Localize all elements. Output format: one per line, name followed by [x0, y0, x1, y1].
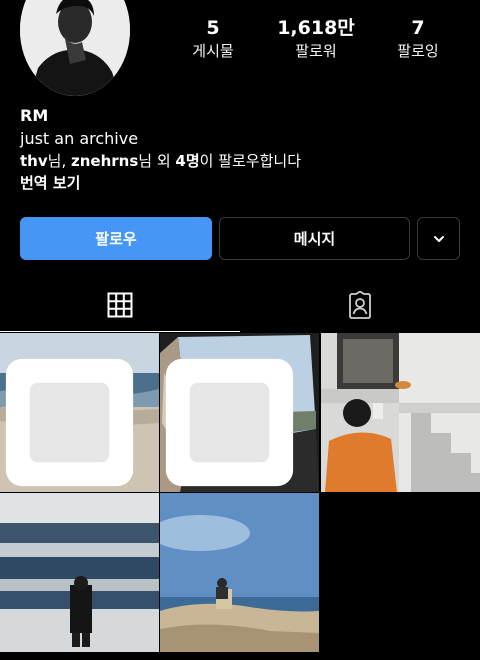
tab-posts-grid[interactable]	[0, 278, 240, 332]
grid-icon	[107, 292, 133, 317]
avatar-photo	[20, 0, 130, 96]
post-thumbnail-5[interactable]	[160, 493, 319, 652]
followed-sep-1: 님,	[47, 152, 71, 170]
posts-label: 게시물	[192, 42, 234, 60]
post-image	[321, 333, 480, 492]
tab-tagged[interactable]	[240, 278, 480, 332]
profile-header: 5 게시물 1,618만 팔로워 7 팔로잉	[0, 0, 480, 100]
post-image	[160, 493, 319, 652]
chevron-down-icon	[433, 235, 444, 242]
tagged-person-icon	[349, 290, 371, 319]
following-stat[interactable]: 7 팔로잉	[368, 16, 468, 62]
followed-tail: 이 팔로우합니다	[199, 152, 302, 170]
message-button[interactable]: 메시지	[219, 217, 410, 260]
followed-count: 4명	[175, 152, 200, 170]
posts-count: 5	[206, 17, 220, 39]
followers-stat[interactable]: 1,618만 팔로워	[266, 16, 366, 62]
avatar[interactable]	[20, 0, 130, 96]
post-thumbnail-1[interactable]	[0, 333, 159, 492]
posts-stat: 5 게시물	[163, 16, 263, 62]
post-thumbnail-4[interactable]	[0, 493, 159, 652]
translate-link[interactable]: 번역 보기	[20, 172, 460, 194]
post-thumbnail-3[interactable]	[321, 333, 480, 492]
profile-bio: RM just an archive thv님, znehrns님 외 4명이 …	[20, 104, 460, 194]
multi-photo-icon	[5, 358, 134, 487]
following-label: 팔로잉	[397, 42, 439, 60]
post-image	[0, 493, 159, 652]
following-count: 7	[411, 17, 425, 39]
message-button-label: 메시지	[293, 230, 336, 248]
followed-sep-2: 님 외	[138, 152, 176, 170]
post-thumbnail-2[interactable]	[160, 333, 319, 492]
more-button[interactable]	[417, 217, 460, 260]
followers-label: 팔로워	[295, 42, 337, 60]
follow-button-label: 팔로우	[95, 230, 137, 248]
follower-user-2[interactable]: znehrns	[71, 152, 138, 170]
profile-tabs	[0, 278, 480, 332]
bio-text: just an archive	[20, 129, 139, 148]
followers-count: 1,618만	[277, 17, 355, 39]
follow-button[interactable]: 팔로우	[20, 217, 212, 260]
multi-photo-icon	[165, 358, 294, 487]
followed-by[interactable]: thv님, znehrns님 외 4명이 팔로우합니다	[20, 150, 460, 172]
follower-user-1[interactable]: thv	[20, 152, 48, 170]
profile-name: RM	[20, 106, 49, 125]
